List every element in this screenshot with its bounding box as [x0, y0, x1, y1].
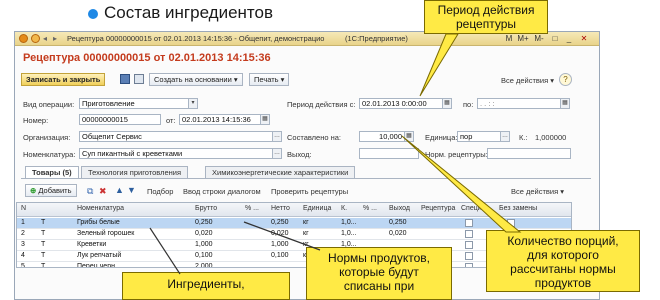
ingredients-pointer-line — [149, 227, 181, 275]
norms-pointer-line — [243, 221, 321, 251]
period-pointer — [419, 33, 459, 97]
callout-pointers — [149, 33, 522, 275]
portions-pointer — [401, 135, 522, 233]
